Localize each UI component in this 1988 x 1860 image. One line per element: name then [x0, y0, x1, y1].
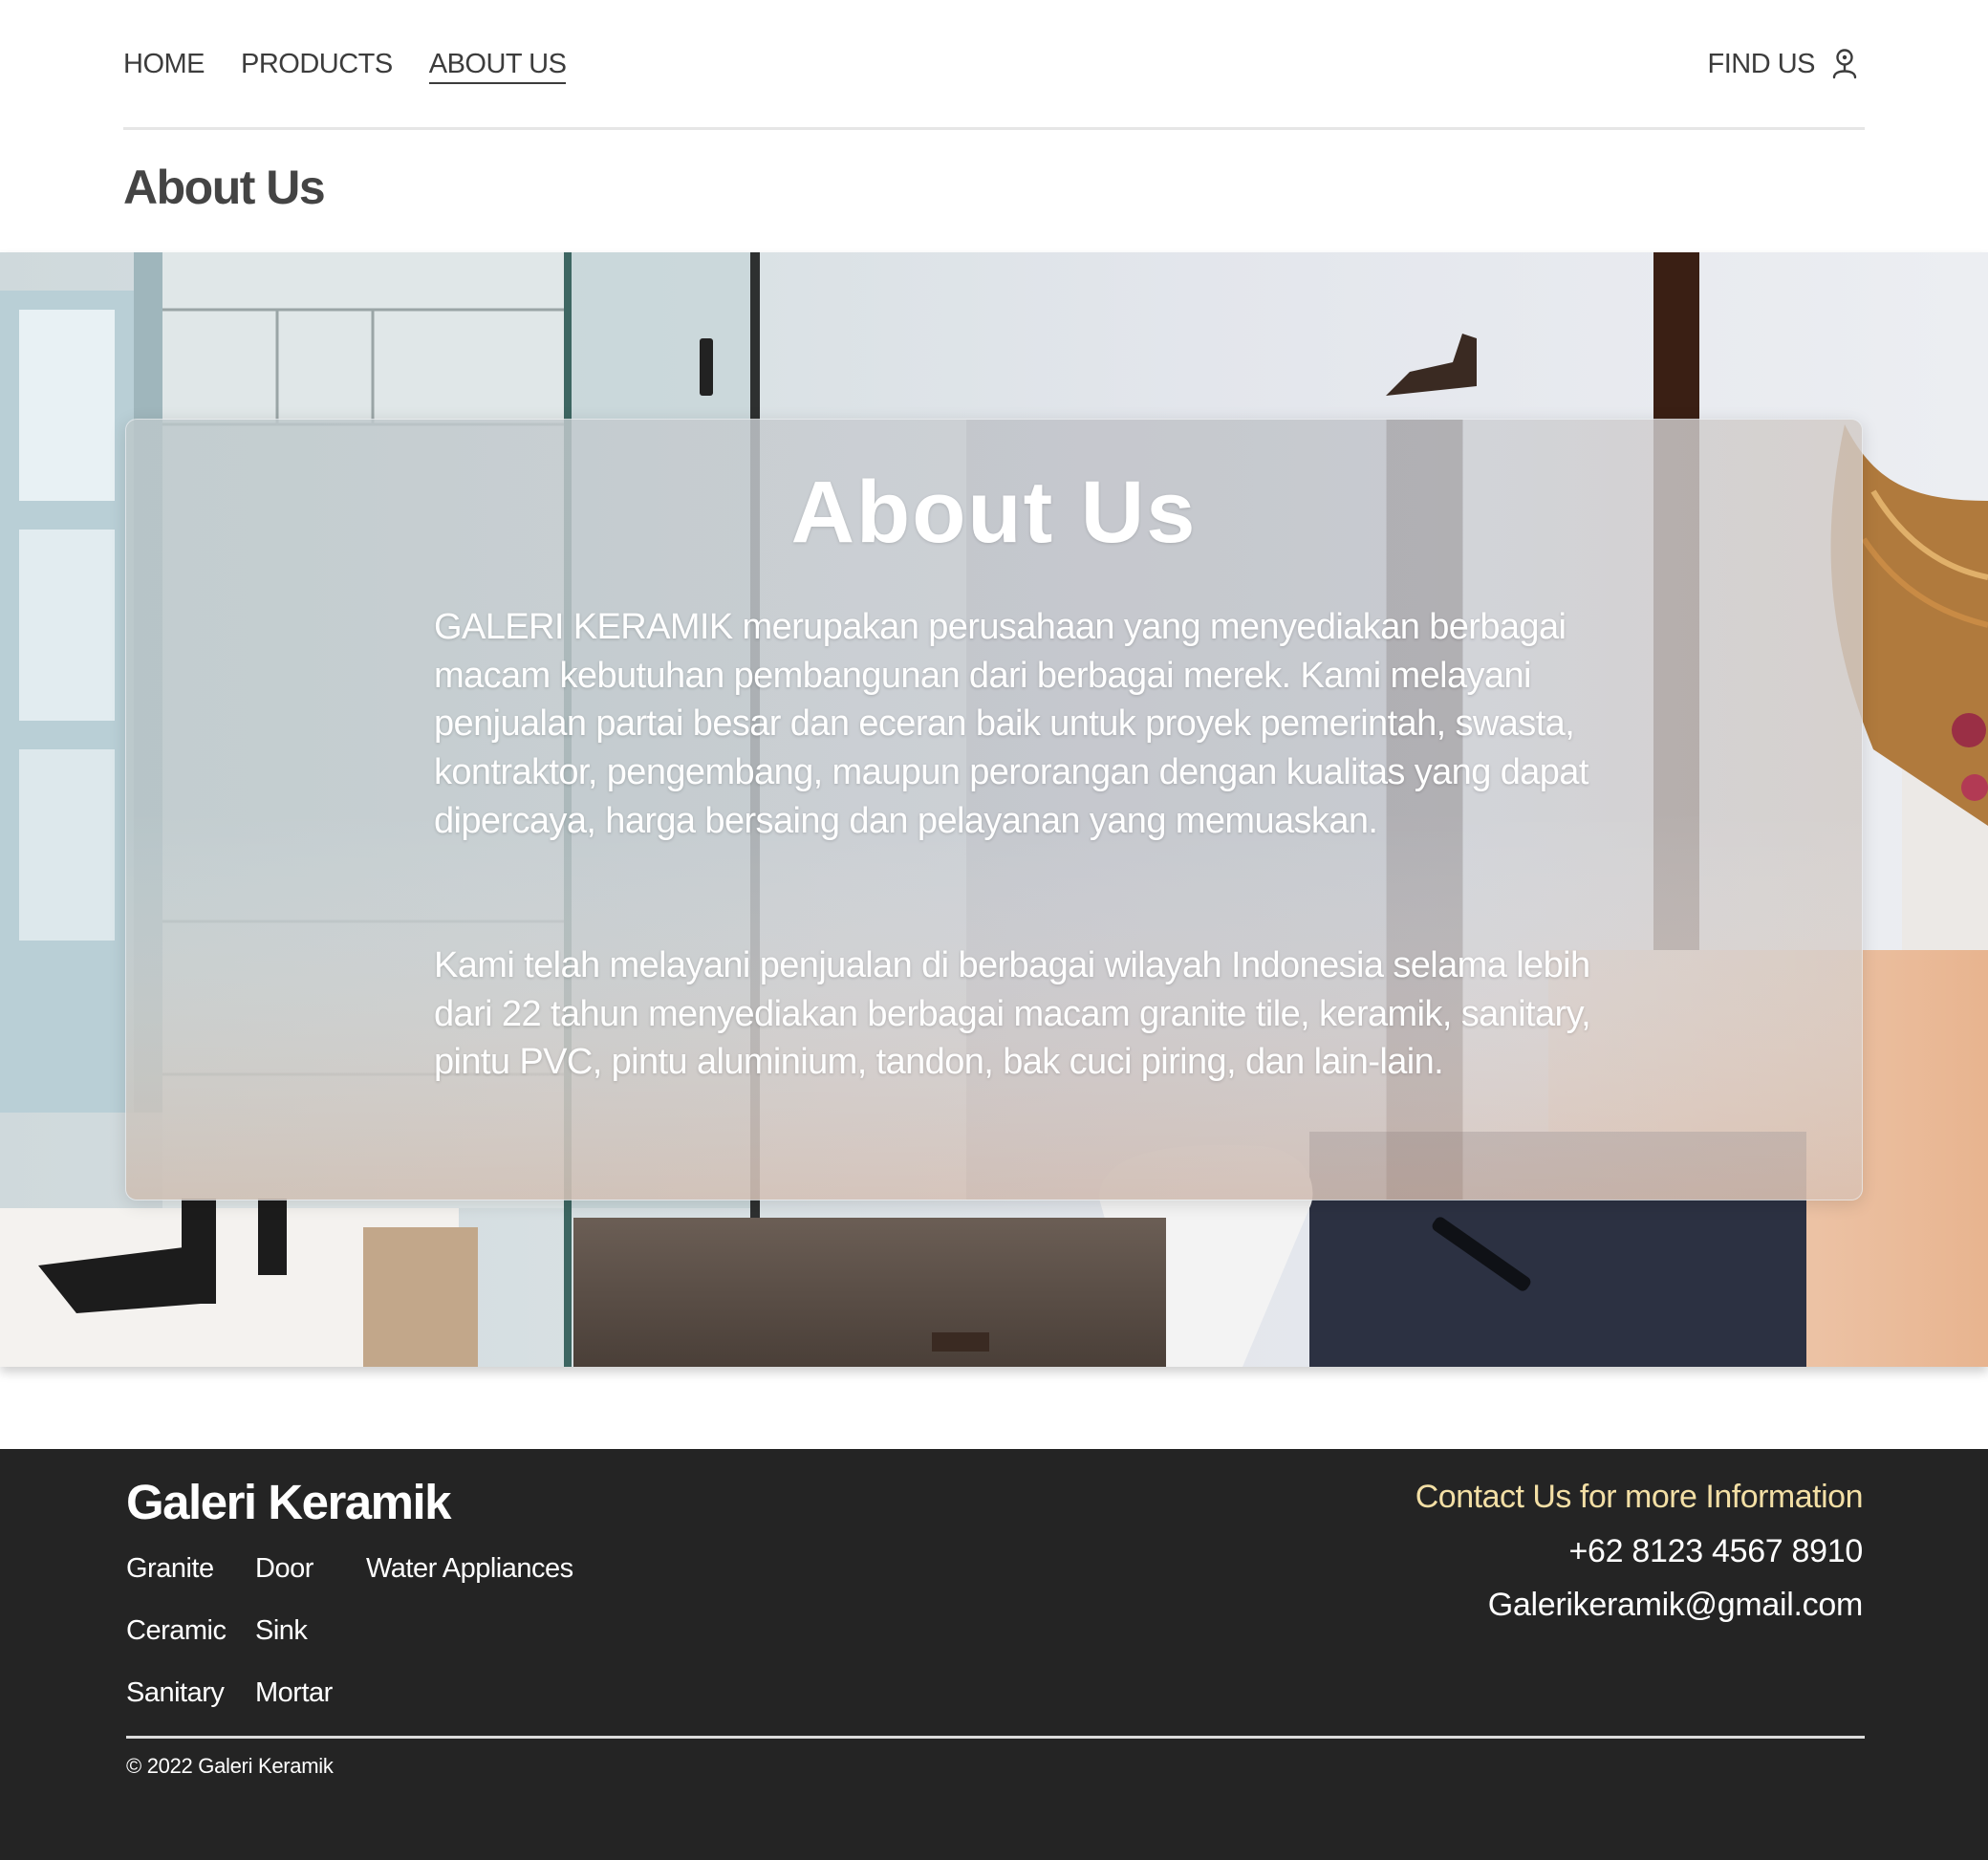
top-navigation: HOME PRODUCTS ABOUT US FIND US: [123, 0, 1865, 130]
page-title: About Us: [123, 161, 326, 214]
footer-link-door[interactable]: Door: [255, 1552, 313, 1585]
hero-title: About Us: [790, 464, 1198, 561]
contact-phone[interactable]: +62 8123 4567 8910: [1568, 1532, 1863, 1570]
about-card: About Us GALERI KERAMIK merupakan perusa…: [125, 419, 1863, 1200]
footer-link-sink[interactable]: Sink: [255, 1614, 308, 1647]
nav-links: HOME PRODUCTS ABOUT US: [123, 48, 567, 84]
footer-link-mortar[interactable]: Mortar: [255, 1676, 333, 1709]
contact-heading: Contact Us for more Information: [1415, 1479, 1864, 1515]
contact-email[interactable]: Galerikeramik@gmail.com: [1488, 1586, 1864, 1624]
copyright-text: © 2022 Galeri Keramik: [126, 1754, 334, 1778]
footer-link-granite[interactable]: Granite: [126, 1552, 214, 1585]
footer-link-ceramic[interactable]: Ceramic: [126, 1614, 227, 1647]
find-us-link[interactable]: FIND US: [1708, 48, 1860, 80]
footer-brand: Galeri Keramik: [126, 1475, 452, 1529]
map-pin-user-icon: [1832, 49, 1857, 79]
about-paragraph-1: GALERI KERAMIK merupakan perusahaan yang…: [434, 607, 1588, 841]
nav-link-products[interactable]: PRODUCTS: [241, 48, 393, 84]
find-us-label: FIND US: [1707, 49, 1816, 79]
nav-link-home[interactable]: HOME: [123, 48, 205, 84]
about-hero: About Us GALERI KERAMIK merupakan perusa…: [0, 252, 1988, 1367]
site-footer: Galeri Keramik Granite Door Water Applia…: [0, 1449, 1988, 1860]
footer-divider: [126, 1736, 1865, 1739]
footer-link-sanitary[interactable]: Sanitary: [126, 1676, 225, 1709]
about-paragraph-2: Kami telah melayani penjualan di berbaga…: [434, 945, 1591, 1083]
nav-link-about-us[interactable]: ABOUT US: [428, 48, 567, 84]
footer-link-water-appliances[interactable]: Water Appliances: [366, 1552, 573, 1585]
